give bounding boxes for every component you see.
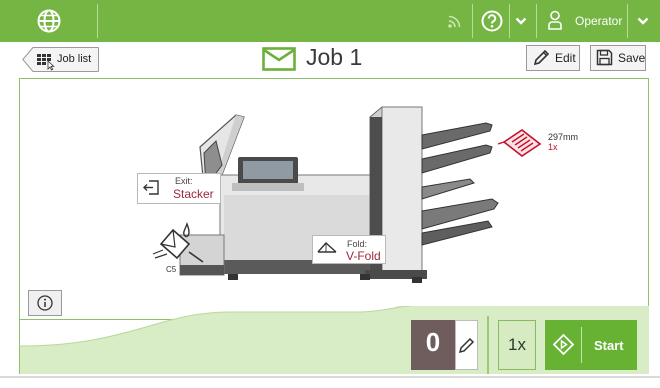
topbar-divider <box>509 4 510 38</box>
exit-value: Stacker <box>173 187 214 201</box>
page-title: Job 1 <box>306 44 363 70</box>
topbar-divider <box>536 4 537 38</box>
envelope-size-label: C5 <box>166 265 177 274</box>
bottom-divider <box>487 316 489 374</box>
signal-icon <box>448 15 461 28</box>
quantity-value: 1x <box>508 335 526 354</box>
footer-divider <box>0 376 660 378</box>
counter-value: 0 <box>425 327 441 357</box>
fold-value: V-Fold <box>346 249 381 263</box>
start-icon <box>553 334 574 355</box>
envelope-icon <box>262 47 296 71</box>
document-icon[interactable] <box>498 128 544 158</box>
pencil-icon <box>533 49 550 66</box>
help-icon[interactable] <box>481 10 503 32</box>
pencil-icon <box>458 337 475 354</box>
document-size-label: 297mm <box>548 132 579 142</box>
topbar-divider <box>627 4 628 38</box>
floppy-disk-icon <box>596 49 613 66</box>
chevron-down-icon[interactable] <box>637 15 649 27</box>
globe-icon[interactable] <box>37 9 61 33</box>
start-label: Start <box>594 338 624 353</box>
exit-label: Exit: <box>175 176 193 186</box>
edit-label: Edit <box>555 51 576 65</box>
save-label: Save <box>618 51 646 65</box>
operator-label[interactable]: Operator <box>575 14 622 28</box>
document-count-label: 1x <box>548 142 558 152</box>
start-divider <box>581 327 582 363</box>
user-icon[interactable] <box>547 10 563 30</box>
fold-icon <box>317 242 337 253</box>
exit-icon <box>143 180 159 195</box>
chevron-down-icon[interactable] <box>515 15 527 27</box>
fold-label: Fold: <box>347 239 368 249</box>
topbar-divider <box>97 4 98 38</box>
envelope-insert-icon[interactable] <box>151 222 211 267</box>
topbar-divider <box>472 4 473 38</box>
job-list-label: Job list <box>57 53 92 65</box>
